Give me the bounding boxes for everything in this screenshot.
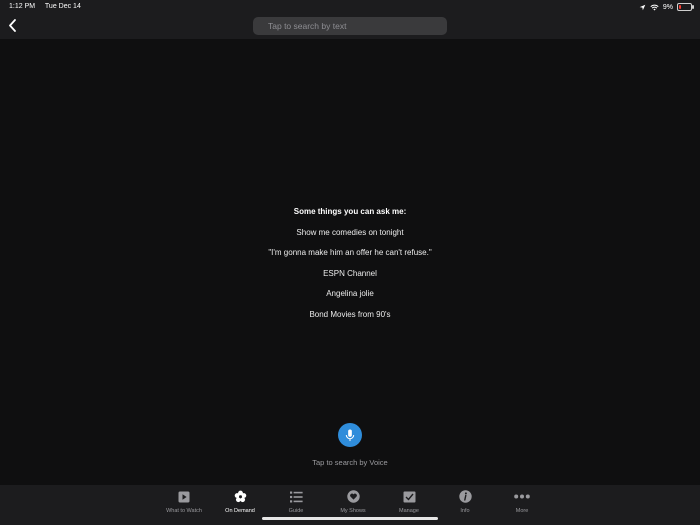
top-bar: 1:12 PM Tue Dec 14 9% xyxy=(0,0,700,39)
tab-my-shows[interactable]: My Shows xyxy=(325,489,381,514)
back-button[interactable] xyxy=(4,16,20,34)
suggestion-item: Angelina jolie xyxy=(326,289,374,299)
status-date: Tue Dec 14 xyxy=(44,3,81,10)
status-time: 1:12 PM xyxy=(9,3,36,10)
tab-on-demand[interactable]: On Demand xyxy=(212,489,268,514)
suggestion-item: ESPN Channel xyxy=(323,268,377,278)
tab-what-to-watch[interactable]: What to Watch xyxy=(156,489,212,514)
checkbox-icon xyxy=(403,491,415,502)
battery-percent: 9% xyxy=(662,3,673,11)
tab-label: More xyxy=(515,508,529,514)
suggestions-title: Some things you can ask me: xyxy=(293,207,407,216)
tab-label: Info xyxy=(460,508,470,514)
suggestion-item: Bond Movies from 90's xyxy=(309,309,391,319)
voice-search-button[interactable] xyxy=(338,423,362,447)
tab-manage[interactable]: Manage xyxy=(381,489,437,514)
status-bar-right: 9% xyxy=(639,3,694,11)
play-icon xyxy=(178,491,190,502)
list-icon xyxy=(289,491,303,502)
battery-icon xyxy=(677,3,694,11)
on-demand-icon xyxy=(234,490,246,503)
tab-more[interactable]: More xyxy=(494,489,550,514)
tab-label: On Demand xyxy=(225,508,255,514)
chevron-left-icon xyxy=(8,18,16,32)
voice-suggestions: Some things you can ask me: Show me come… xyxy=(0,205,700,321)
suggestion-item: Show me comedies on tonight xyxy=(296,227,404,237)
tab-label: My Shows xyxy=(340,508,366,514)
heart-icon xyxy=(346,490,360,503)
status-bar-left: 1:12 PM Tue Dec 14 xyxy=(9,3,89,10)
wifi-icon xyxy=(650,4,659,10)
tab-info[interactable]: Info xyxy=(437,489,493,514)
microphone-icon xyxy=(345,428,355,441)
info-icon xyxy=(458,490,472,503)
home-indicator xyxy=(262,517,438,520)
tab-guide[interactable]: Guide xyxy=(268,489,324,514)
location-icon xyxy=(639,4,646,10)
voice-search-label: Tap to search by Voice xyxy=(312,458,388,467)
search-input[interactable] xyxy=(253,17,447,35)
more-icon xyxy=(514,494,530,499)
tab-label: Manage xyxy=(399,508,419,514)
suggestion-item: "I'm gonna make him an offer he can't re… xyxy=(268,248,432,258)
tab-label: Guide xyxy=(288,508,304,514)
tab-label: What to Watch xyxy=(166,508,202,514)
